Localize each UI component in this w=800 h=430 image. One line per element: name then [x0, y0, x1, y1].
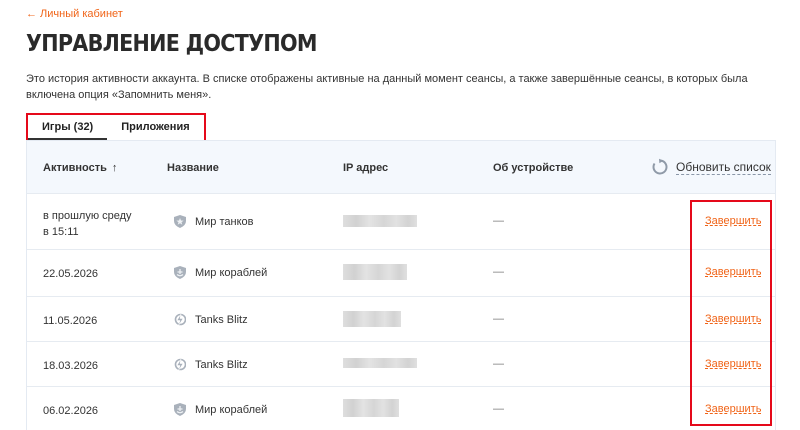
table-row: в прошлую среду в 15:11 Мир танков — Зав…	[27, 193, 775, 249]
header-activity[interactable]: Активность ↑	[43, 162, 117, 174]
row-activity: 18.03.2026	[43, 360, 99, 372]
ship-shield-icon	[174, 266, 186, 279]
row-game: Tanks Blitz	[174, 313, 248, 326]
page-title: УПРАВЛЕНИЕ ДОСТУПОМ	[26, 31, 317, 57]
table-header: Активность ↑ Название IP адрес Об устрой…	[27, 141, 775, 193]
highlight-box-actions	[690, 200, 772, 426]
tabs: Игры (32) Приложения	[26, 113, 206, 142]
table-row: 11.05.2026 Tanks Blitz — Завершить	[27, 296, 775, 341]
table-row: 06.02.2026 Мир кораблей — Завершить	[27, 386, 775, 430]
refresh-icon	[652, 158, 668, 175]
row-activity: в прошлую среду в 15:11	[43, 210, 132, 238]
row-game: Tanks Blitz	[174, 358, 248, 371]
refresh-list-button[interactable]: Обновить список	[651, 158, 771, 176]
sort-arrow-icon: ↑	[111, 162, 118, 174]
row-activity: 22.05.2026	[43, 268, 99, 280]
header-device: Об устройстве	[493, 162, 574, 174]
row-ip-blurred	[343, 215, 417, 227]
row-ip-blurred	[343, 399, 399, 417]
blitz-icon	[174, 358, 186, 371]
row-device: —	[493, 266, 504, 278]
table-row: 18.03.2026 Tanks Blitz — Завершить	[27, 341, 775, 386]
row-ip-blurred	[343, 264, 407, 280]
blitz-icon	[174, 313, 186, 326]
header-name: Название	[167, 162, 219, 174]
row-device: —	[493, 403, 504, 415]
row-game: Мир танков	[174, 215, 254, 228]
tab-apps[interactable]: Приложения	[107, 115, 203, 140]
row-game: Мир кораблей	[174, 266, 267, 279]
row-game: Мир кораблей	[174, 403, 267, 416]
page-description: Это история активности аккаунта. В списк…	[26, 73, 748, 101]
table-row: 22.05.2026 Мир кораблей — Завершить	[27, 249, 775, 296]
header-ip: IP адрес	[343, 162, 389, 174]
refresh-list-label: Обновить список	[676, 159, 771, 175]
ship-shield-icon	[174, 403, 186, 416]
row-activity: 11.05.2026	[43, 315, 98, 327]
sessions-table: Активность ↑ Название IP адрес Об устрой…	[26, 140, 776, 430]
row-device: —	[493, 215, 504, 227]
row-ip-blurred	[343, 311, 401, 327]
tab-games[interactable]: Игры (32)	[28, 115, 108, 140]
tank-shield-icon	[174, 215, 186, 228]
row-activity: 06.02.2026	[43, 405, 99, 417]
row-device: —	[493, 313, 504, 325]
row-ip-blurred	[343, 358, 417, 368]
back-to-account-link[interactable]: ← Личный кабинет	[26, 8, 123, 20]
row-device: —	[493, 358, 504, 370]
